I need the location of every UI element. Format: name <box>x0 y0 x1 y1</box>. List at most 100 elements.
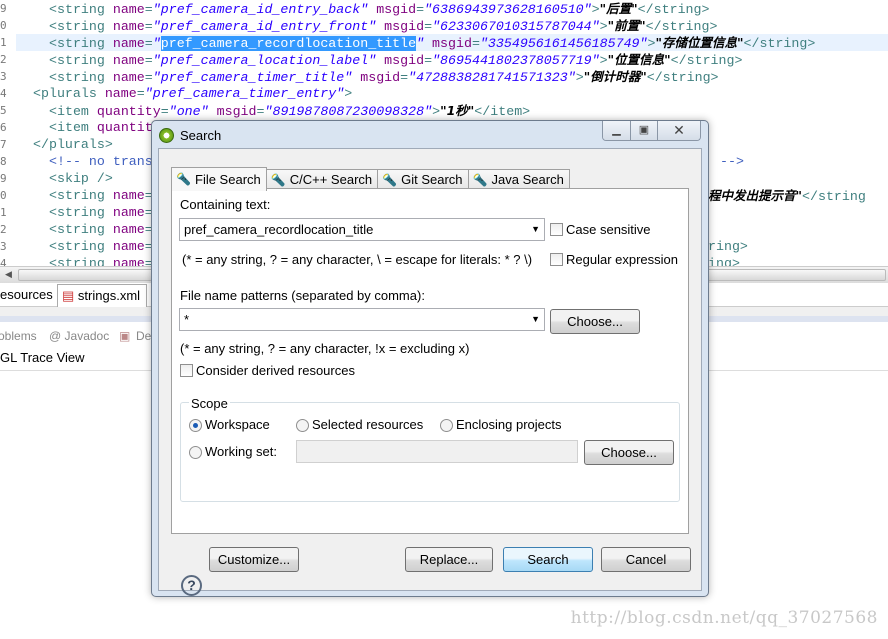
code-line[interactable]: <skip /> <box>49 170 113 187</box>
scope-selected-radio[interactable] <box>296 419 309 432</box>
code-line[interactable]: </plurals> <box>33 136 113 153</box>
scope-workspace-label[interactable]: Workspace <box>205 417 270 432</box>
tab-git-search[interactable]: 🔦 Git Search <box>377 169 469 190</box>
code-line[interactable]: <string name= <box>49 238 153 255</box>
code-line[interactable]: <string name= <box>49 204 153 221</box>
line-number: 9 <box>0 2 7 15</box>
code-line[interactable]: 程中发出提示音"</string <box>708 187 866 204</box>
scope-group: Scope Workspace Selected resources Enclo… <box>180 396 680 502</box>
code-token: pref_camera_recordlocation_title <box>160 36 417 51</box>
code-line[interactable]: <string name="pref_camera_id_entry_front… <box>49 17 717 34</box>
code-line[interactable]: <item quantit <box>49 119 153 136</box>
tab-problems[interactable]: oblems <box>0 329 37 343</box>
line-number: 6 <box>0 121 7 134</box>
code-line[interactable]: <string name="pref_camera_recordlocation… <box>49 34 815 51</box>
code-line[interactable]: <string name= <box>49 187 153 204</box>
code-token: "存储位置信息" <box>655 35 744 50</box>
tab-cpp-search[interactable]: 🔦 C/C++ Search <box>265 169 379 190</box>
code-line[interactable]: ring> <box>708 238 748 255</box>
git-search-icon: 🔦 <box>382 172 398 187</box>
choose-working-set-button[interactable]: Choose... <box>584 440 674 465</box>
cancel-button[interactable]: Cancel <box>601 547 691 572</box>
code-token: = <box>144 2 153 17</box>
code-token: ing> <box>708 256 740 266</box>
scope-label: Scope <box>189 396 230 411</box>
code-token: <string <box>49 222 113 237</box>
scroll-left-icon[interactable]: ◀ <box>5 269 12 280</box>
code-token: = <box>471 36 480 51</box>
dropdown-arrow-icon[interactable]: ▼ <box>531 309 540 330</box>
case-sensitive-checkbox[interactable] <box>550 223 563 236</box>
containing-text-input[interactable]: pref_camera_recordlocation_title ▼ <box>179 218 545 241</box>
code-token: "pref_camera_location_label" <box>152 53 377 68</box>
code-line[interactable]: <string name="pref_camera_id_entry_back"… <box>49 0 710 17</box>
code-token: > <box>575 70 584 85</box>
scope-enclosing-label[interactable]: Enclosing projects <box>456 417 562 432</box>
code-token: name <box>112 205 145 220</box>
java-search-icon: 🔦 <box>472 172 488 187</box>
dropdown-arrow-icon[interactable]: ▼ <box>531 219 540 240</box>
code-token: <string <box>49 205 113 220</box>
code-token: "位置信息" <box>607 52 671 67</box>
code-line[interactable]: <string name= <box>49 255 153 266</box>
regex-checkbox[interactable] <box>550 253 563 266</box>
code-token: = <box>424 19 433 34</box>
code-line[interactable]: <string name="pref_camera_timer_title" m… <box>49 68 719 85</box>
close-button[interactable]: ✕ <box>657 121 700 140</box>
tab-java-search[interactable]: 🔦 Java Search <box>467 169 570 190</box>
code-token: = <box>144 53 153 68</box>
code-line[interactable]: <string name="pref_camera_location_label… <box>49 51 742 68</box>
help-icon[interactable]: ? <box>181 575 202 596</box>
input-value: pref_camera_recordlocation_title <box>184 222 374 237</box>
gl-trace-view-label[interactable]: GL Trace View <box>0 350 85 365</box>
replace-button[interactable]: Replace... <box>405 547 493 572</box>
code-line[interactable]: --> <box>720 153 744 170</box>
code-token: msgid <box>216 104 257 119</box>
code-line[interactable]: ing> <box>708 255 740 266</box>
scope-selected-label[interactable]: Selected resources <box>312 417 423 432</box>
tab-strings-xml[interactable]: ▤ strings.xml <box>57 284 147 307</box>
derived-resources-label[interactable]: Consider derived resources <box>196 363 355 378</box>
code-token: <!-- no trans <box>49 154 153 169</box>
code-line[interactable]: <item quantity="one" msgid="891987808723… <box>49 102 530 119</box>
derived-resources-checkbox[interactable] <box>180 364 193 377</box>
code-token: </string> <box>646 70 719 85</box>
maximize-button[interactable]: ▣ <box>630 121 657 140</box>
minimize-button[interactable]: ▁ <box>603 121 630 140</box>
regex-label[interactable]: Regular expression <box>566 252 678 267</box>
code-line[interactable]: <plurals name="pref_camera_timer_entry"> <box>33 85 352 102</box>
watermark: http://blog.csdn.net/qq_37027568 <box>570 608 878 628</box>
code-token: "前置" <box>607 18 646 33</box>
code-token: <item <box>49 104 97 119</box>
scope-workspace-radio[interactable] <box>189 419 202 432</box>
tab-declaration[interactable]: De <box>136 329 151 343</box>
customize-button[interactable]: Customize... <box>209 547 299 572</box>
tab-label: File Search <box>195 171 261 187</box>
tab-resources[interactable]: esources <box>0 284 57 307</box>
code-token: name <box>112 256 145 266</box>
xml-file-icon: ▤ <box>62 288 75 303</box>
file-patterns-input[interactable]: * ▼ <box>179 308 545 331</box>
scope-enclosing-radio[interactable] <box>440 419 453 432</box>
code-line[interactable]: <!-- no trans <box>49 153 153 170</box>
code-token: > <box>432 104 441 119</box>
case-sensitive-label[interactable]: Case sensitive <box>566 222 651 237</box>
code-token: = <box>424 53 433 68</box>
code-token: name <box>112 70 145 85</box>
scope-working-set-radio[interactable] <box>189 446 202 459</box>
containing-text-hint: (* = any string, ? = any character, \ = … <box>182 252 533 267</box>
dialog-body: 🔦 File Search 🔦 C/C++ Search 🔦 Git Search 🔦… <box>158 148 702 596</box>
scope-working-set-label[interactable]: Working set: <box>205 444 277 459</box>
window-controls: ▁ ▣ ✕ <box>602 121 701 141</box>
file-search-icon: 🔦 <box>176 172 191 186</box>
choose-patterns-button[interactable]: Choose... <box>550 309 640 334</box>
tab-javadoc[interactable]: @ Javadoc <box>49 329 109 343</box>
code-line[interactable]: <string name= <box>49 221 153 238</box>
working-set-input[interactable] <box>296 440 578 463</box>
code-token: = <box>144 70 153 85</box>
line-number: 8 <box>0 155 7 168</box>
code-token: </string> <box>670 53 743 68</box>
search-button[interactable]: Search <box>503 547 593 572</box>
tab-file-search[interactable]: 🔦 File Search <box>171 167 267 191</box>
